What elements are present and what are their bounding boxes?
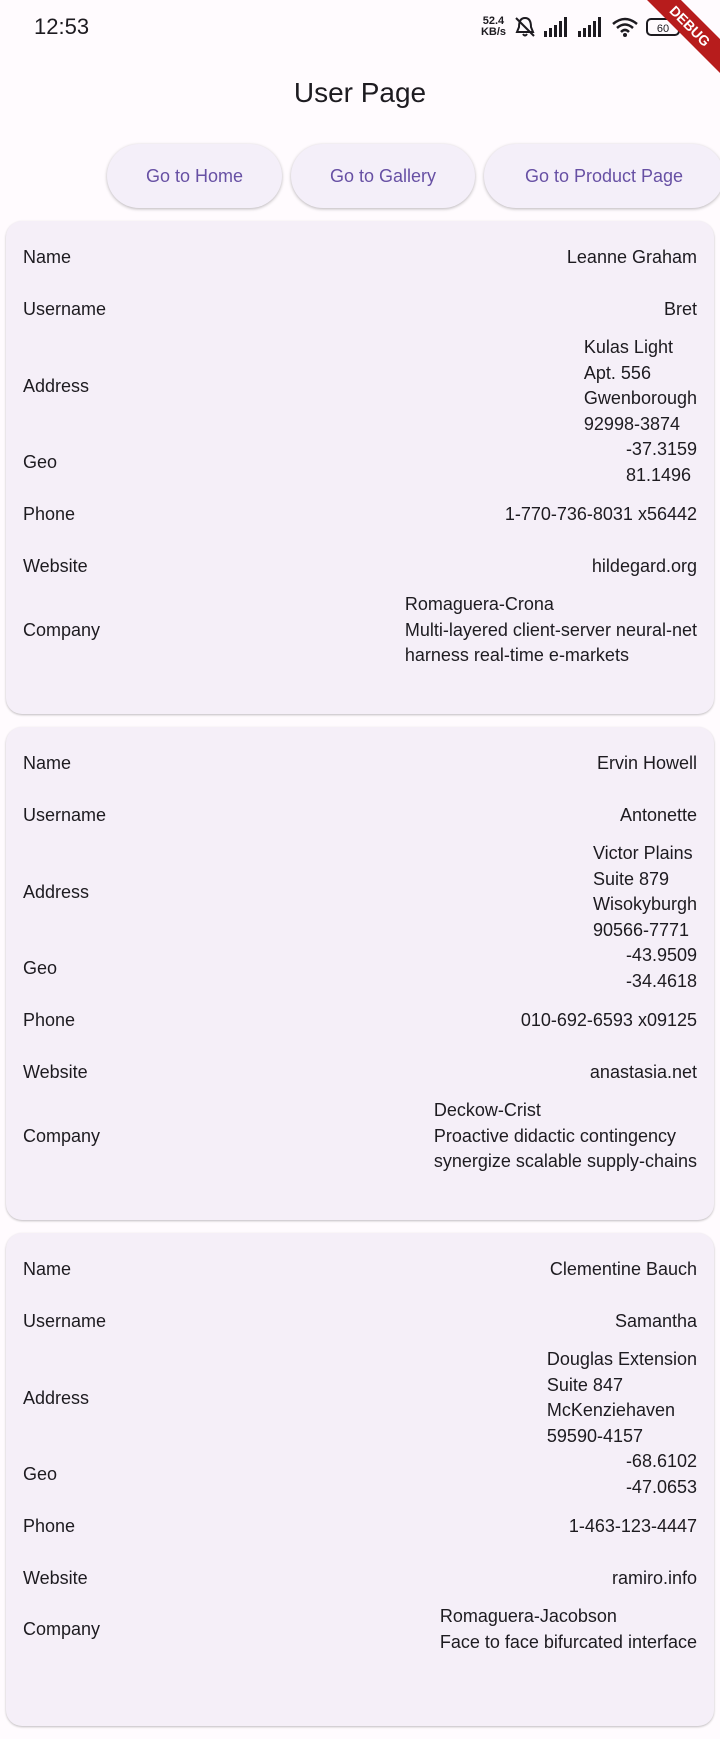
geo-row: Geo -68.6102 -47.0653 — [23, 1449, 697, 1500]
go-to-home-button[interactable]: Go to Home — [107, 144, 282, 208]
name-value: Clementine Bauch — [549, 1258, 697, 1279]
address-row: Address Kulas Light Apt. 556 Gwenborough… — [23, 335, 697, 437]
address-row: Address Douglas Extension Suite 847 McKe… — [23, 1347, 697, 1449]
name-row: Name Clementine Bauch — [23, 1243, 697, 1295]
company-label: Company — [23, 1619, 101, 1639]
address-row: Address Victor Plains Suite 879 Wisokybu… — [23, 841, 697, 943]
address-label: Address — [23, 881, 90, 902]
phone-value: 010-692-6593 x09125 — [520, 1009, 697, 1030]
username-value: Antonette — [619, 804, 697, 825]
phone-label: Phone — [23, 1009, 76, 1030]
company-value: Deckow-Crist Proactive didactic continge… — [433, 1100, 697, 1171]
name-row: Name Leanne Graham — [23, 231, 697, 283]
wifi-icon — [612, 17, 638, 37]
username-row: Username Bret — [23, 283, 697, 335]
signal-icon — [578, 17, 601, 37]
username-value: Bret — [663, 298, 697, 319]
username-value: Samantha — [614, 1310, 697, 1331]
company-label: Company — [23, 1125, 101, 1146]
name-value: Ervin Howell — [596, 752, 697, 773]
name-label: Name — [23, 752, 72, 773]
address-value: Kulas Light Apt. 556 Gwenborough 92998-3… — [583, 337, 697, 434]
address-value: Victor Plains Suite 879 Wisokyburgh 9056… — [592, 843, 697, 940]
signal-icon — [544, 17, 567, 37]
website-label: Website — [23, 1061, 88, 1082]
name-row: Name Ervin Howell — [23, 737, 697, 789]
phone-row: Phone 010-692-6593 x09125 — [23, 994, 697, 1046]
page-title: User Page — [293, 77, 427, 108]
geo-value: -68.6102 -47.0653 — [625, 1451, 697, 1497]
website-value: anastasia.net — [589, 1061, 697, 1082]
website-row: Website hildegard.org — [23, 540, 697, 592]
username-label: Username — [23, 1310, 107, 1331]
company-value: Romaguera-Crona Multi-layered client-ser… — [404, 594, 697, 665]
status-icons: 52.4 KB/s 60 — [481, 14, 680, 40]
username-label: Username — [23, 298, 107, 319]
name-label: Name — [23, 1258, 72, 1279]
name-value: Leanne Graham — [566, 246, 697, 267]
username-label: Username — [23, 804, 107, 825]
user-card: Name Clementine Bauch Username Samantha … — [6, 1233, 714, 1726]
phone-value: 1-463-123-4447 — [568, 1515, 697, 1536]
address-label: Address — [23, 1387, 90, 1408]
website-label: Website — [23, 555, 88, 576]
nav-buttons: Go to Home Go to Gallery Go to Product P… — [0, 144, 720, 210]
status-time: 12:53 — [34, 14, 90, 39]
phone-value: 1-770-736-8031 x56442 — [504, 503, 697, 524]
geo-value: -43.9509 -34.4618 — [625, 945, 697, 991]
website-label: Website — [23, 1567, 88, 1588]
website-row: Website ramiro.info — [23, 1552, 697, 1604]
go-to-product-page-button[interactable]: Go to Product Page — [484, 144, 720, 208]
mute-icon — [515, 16, 535, 37]
company-row: Company Deckow-Crist Proactive didactic … — [23, 1098, 697, 1180]
company-row: Company Romaguera-Jacobson Face to face … — [23, 1604, 697, 1660]
user-card: Name Ervin Howell Username Antonette Add… — [6, 727, 714, 1220]
net-speed: 52.4 KB/s — [480, 15, 506, 38]
geo-row: Geo -43.9509 -34.4618 — [23, 943, 697, 994]
phone-row: Phone 1-770-736-8031 x56442 — [23, 488, 697, 540]
company-row: Company Romaguera-Crona Multi-layered cl… — [23, 592, 697, 674]
app-bar: User Page — [0, 60, 720, 126]
geo-row: Geo -37.3159 81.1496 — [23, 437, 697, 488]
status-bar: 12:53 52.4 KB/s 60 — [0, 0, 720, 56]
go-to-gallery-button[interactable]: Go to Gallery — [291, 144, 475, 208]
phone-label: Phone — [23, 503, 76, 524]
website-value: ramiro.info — [611, 1567, 697, 1588]
phone-row: Phone 1-463-123-4447 — [23, 1500, 697, 1552]
username-row: Username Antonette — [23, 789, 697, 841]
user-list: Name Leanne Graham Username Bret Address… — [6, 221, 714, 1739]
website-value: hildegard.org — [591, 555, 697, 576]
company-label: Company — [23, 619, 101, 640]
geo-label: Geo — [23, 452, 58, 472]
address-value: Douglas Extension Suite 847 McKenziehave… — [546, 1349, 697, 1446]
website-row: Website anastasia.net — [23, 1046, 697, 1098]
phone-label: Phone — [23, 1515, 76, 1536]
name-label: Name — [23, 246, 72, 267]
geo-label: Geo — [23, 1464, 58, 1484]
username-row: Username Samantha — [23, 1295, 697, 1347]
company-value: Romaguera-Jacobson Face to face bifurcat… — [439, 1606, 697, 1652]
geo-value: -37.3159 81.1496 — [625, 439, 697, 485]
user-card: Name Leanne Graham Username Bret Address… — [6, 221, 714, 714]
geo-label: Geo — [23, 958, 58, 978]
address-label: Address — [23, 375, 90, 396]
